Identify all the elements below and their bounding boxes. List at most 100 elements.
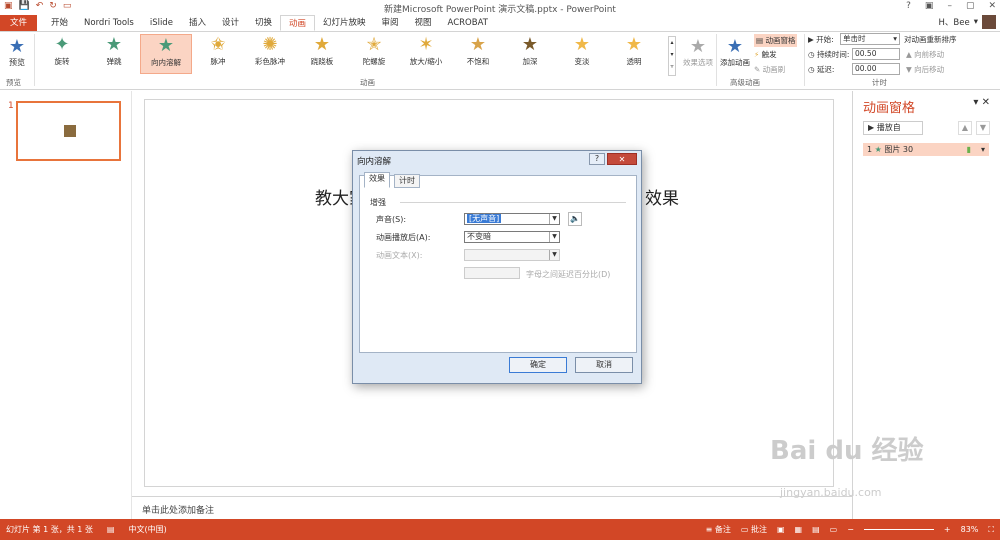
notes-label: 备注 — [714, 525, 731, 534]
tab-nordri-tools[interactable]: Nordri Tools — [76, 15, 142, 31]
effect-label: 弹跳 — [106, 57, 122, 66]
tab-file[interactable]: 文件 — [0, 15, 38, 31]
effect-label: 放大/缩小 — [409, 57, 443, 66]
fit-slide-icon[interactable]: ⛶ — [988, 525, 994, 535]
tab-review[interactable]: 审阅 — [374, 15, 407, 31]
effect-grow-shrink[interactable]: ✶ 放大/缩小 — [400, 34, 452, 74]
tab-slideshow[interactable]: 幻灯片放映 — [315, 15, 374, 31]
move-down-icon[interactable]: ▼ — [976, 121, 990, 135]
tab-animations[interactable]: 动画 — [279, 15, 315, 31]
tab-timing[interactable]: 计时 — [394, 174, 420, 188]
slide-sorter-icon[interactable]: ▦ — [795, 525, 803, 534]
language[interactable]: 中文(中国) — [128, 524, 166, 535]
effect-label: 旋转 — [54, 57, 70, 66]
help-icon[interactable]: ? — [906, 1, 911, 11]
letter-delay-input[interactable] — [464, 267, 520, 279]
add-animation-button[interactable]: ★ 添加动画 — [718, 36, 752, 68]
effect-bounce[interactable]: ★ 弹跳 — [88, 34, 140, 74]
divider — [34, 34, 35, 86]
effect-label: 透明 — [626, 57, 642, 66]
notes-button[interactable]: ≡ 备注 — [706, 524, 731, 535]
ok-button[interactable]: 确定 — [509, 357, 567, 373]
tab-home[interactable]: 开始 — [43, 15, 76, 31]
group-label-animation: 动画 — [360, 78, 375, 87]
spellcheck-icon[interactable]: ▤ — [107, 525, 115, 534]
chevron-down-icon[interactable]: ▾ — [981, 143, 985, 156]
effect-pulse[interactable]: ✬ 脉冲 — [192, 34, 244, 74]
effect-label: 向内溶解 — [151, 58, 181, 67]
normal-view-icon[interactable]: ▣ — [777, 525, 785, 534]
ribbon: ★ 预览 预览 ✦ 旋转 ★ 弹跳 ★ 向内溶解 ✬ 脉冲 ✺ 彩色脉冲 ★ 跷跷板 ✭ 陀螺… — [0, 32, 1000, 90]
gallery-scroll[interactable]: ▴ ▾ ▿ — [668, 36, 676, 76]
zoom-slider[interactable] — [863, 529, 934, 530]
user-account[interactable]: H、Bee ▾ — [939, 15, 996, 29]
tab-acrobat[interactable]: ACROBAT — [440, 15, 496, 31]
effect-lighten[interactable]: ★ 变淡 — [556, 34, 608, 74]
reading-view-icon[interactable]: ▤ — [812, 525, 820, 534]
tab-view[interactable]: 视图 — [407, 15, 440, 31]
effect-spin[interactable]: ✦ 旋转 — [36, 34, 88, 74]
zoom-in-icon[interactable]: + — [944, 525, 951, 534]
maximize-icon[interactable]: ▢ — [966, 1, 975, 11]
slide-text-right[interactable]: 效果 — [645, 184, 679, 209]
effect-desaturate[interactable]: ★ 不饱和 — [452, 34, 504, 74]
close-icon[interactable]: ✕ — [988, 1, 996, 11]
status-right: ≡ 备注 ▭ 批注 ▣ ▦ ▤ ▭ − + 83% ⛶ — [706, 524, 994, 535]
close-icon[interactable]: ▾ ✕ — [973, 97, 990, 108]
star-icon: ★ — [313, 34, 331, 55]
move-earlier-button[interactable]: ▲ 向前移动 — [906, 49, 944, 60]
animation-pane-button[interactable]: ▤ 动画窗格 — [754, 34, 798, 47]
tab-design[interactable]: 设计 — [214, 15, 247, 31]
star-icon: ★ — [469, 34, 487, 55]
avatar — [982, 15, 996, 29]
animation-list-item[interactable]: 1 ★ 图片 30 ▮ ▾ — [863, 143, 989, 156]
duration-input[interactable]: 00.50 — [852, 48, 900, 60]
zoom-level[interactable]: 83% — [961, 525, 979, 534]
start-value: 单击时 — [843, 34, 866, 43]
minimize-icon[interactable]: – — [947, 1, 952, 11]
effect-color-pulse[interactable]: ✺ 彩色脉冲 — [244, 34, 296, 74]
preview-button[interactable]: ★ 预览 — [4, 36, 30, 68]
group-label-preview: 预览 — [6, 78, 21, 87]
slideshow-icon[interactable]: ▭ — [830, 525, 838, 534]
start-select[interactable]: 单击时 ▾ — [840, 33, 900, 45]
effect-spin-top[interactable]: ✭ 陀螺旋 — [348, 34, 400, 74]
lightning-icon: ⚡ — [754, 50, 762, 59]
dialog-title: 向内溶解 — [357, 157, 392, 167]
zoom-out-icon[interactable]: − — [847, 525, 854, 534]
start-label: ▶ 开始: — [808, 34, 834, 45]
tab-transitions[interactable]: 切换 — [247, 15, 280, 31]
star-icon: ★ — [521, 34, 539, 55]
speaker-icon[interactable]: 🔈 — [568, 212, 582, 226]
sound-select[interactable]: [无声音] ▼ — [464, 213, 560, 225]
start-label-text: 开始: — [816, 35, 834, 44]
move-up-icon[interactable]: ▲ — [958, 121, 972, 135]
tab-effect[interactable]: 效果 — [364, 172, 390, 188]
notes-area[interactable]: 单击此处添加备注 — [132, 496, 852, 519]
tab-islide[interactable]: iSlide — [142, 15, 181, 31]
effect-transparency[interactable]: ★ 透明 — [608, 34, 660, 74]
delay-label-text: 延迟: — [816, 65, 835, 74]
after-animation-label: 动画播放后(A): — [376, 233, 431, 242]
cancel-button[interactable]: 取消 — [575, 357, 633, 373]
trigger-button[interactable]: ⚡ 触发 — [754, 49, 777, 60]
tab-insert[interactable]: 插入 — [181, 15, 214, 31]
comments-button[interactable]: ▭ 批注 — [741, 524, 767, 535]
delay-input[interactable]: 00.00 — [852, 63, 900, 75]
help-icon[interactable]: ? — [589, 153, 605, 165]
after-animation-select[interactable]: 不变暗 ▼ — [464, 231, 560, 243]
star-icon: ✬ — [210, 34, 226, 55]
effect-dissolve-in[interactable]: ★ 向内溶解 — [140, 34, 192, 74]
move-later-button[interactable]: ▼ 向后移动 — [906, 64, 944, 75]
effect-teeter[interactable]: ★ 跷跷板 — [296, 34, 348, 74]
animate-text-select[interactable]: ▼ — [464, 249, 560, 261]
chevron-down-icon: ▼ — [549, 250, 559, 260]
animation-painter-button[interactable]: ✎ 动画刷 — [754, 64, 785, 75]
effect-options-button[interactable]: ★ 效果选项 — [680, 36, 716, 68]
slide-thumbnail[interactable] — [16, 101, 121, 161]
effect-darken[interactable]: ★ 加深 — [504, 34, 556, 74]
group-label-timing: 计时 — [872, 78, 887, 87]
play-from-button[interactable]: ▶ 播放自 — [863, 121, 923, 135]
close-icon[interactable]: ✕ — [607, 153, 637, 165]
ribbon-display-icon[interactable]: ▣ — [925, 1, 934, 11]
